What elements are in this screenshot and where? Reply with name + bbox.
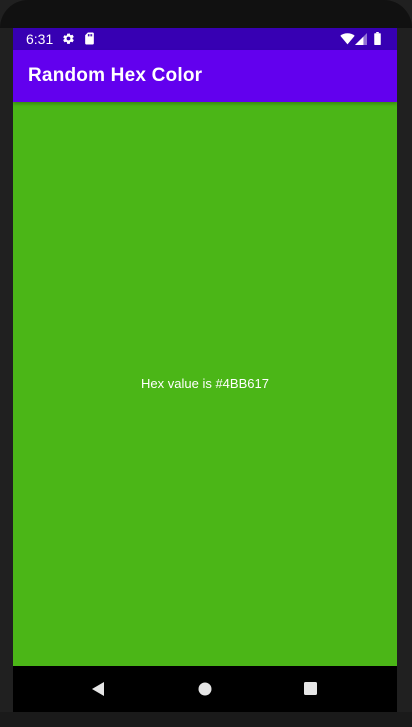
gear-icon	[63, 33, 74, 44]
signal-icon	[355, 33, 367, 45]
navigation-bar	[13, 666, 397, 712]
device-frame: 6:31 Random Hex Color Hex value is #4BB6	[0, 0, 412, 727]
status-time: 6:31	[26, 31, 54, 47]
device-top-bezel	[0, 0, 412, 28]
screen: 6:31 Random Hex Color Hex value is #4BB6	[13, 28, 397, 666]
app-title: Random Hex Color	[28, 65, 203, 86]
battery-icon	[374, 32, 381, 45]
device-bottom-bezel	[0, 712, 412, 727]
sd-card-icon	[85, 32, 94, 45]
recents-icon[interactable]	[304, 682, 317, 695]
status-bar: 6:31	[13, 28, 397, 50]
home-icon[interactable]	[198, 682, 212, 696]
wifi-icon	[340, 33, 355, 45]
back-icon[interactable]	[91, 682, 105, 696]
app-bar: Random Hex Color	[13, 50, 397, 102]
hex-value-label: Hex value is #4BB617	[141, 376, 269, 391]
